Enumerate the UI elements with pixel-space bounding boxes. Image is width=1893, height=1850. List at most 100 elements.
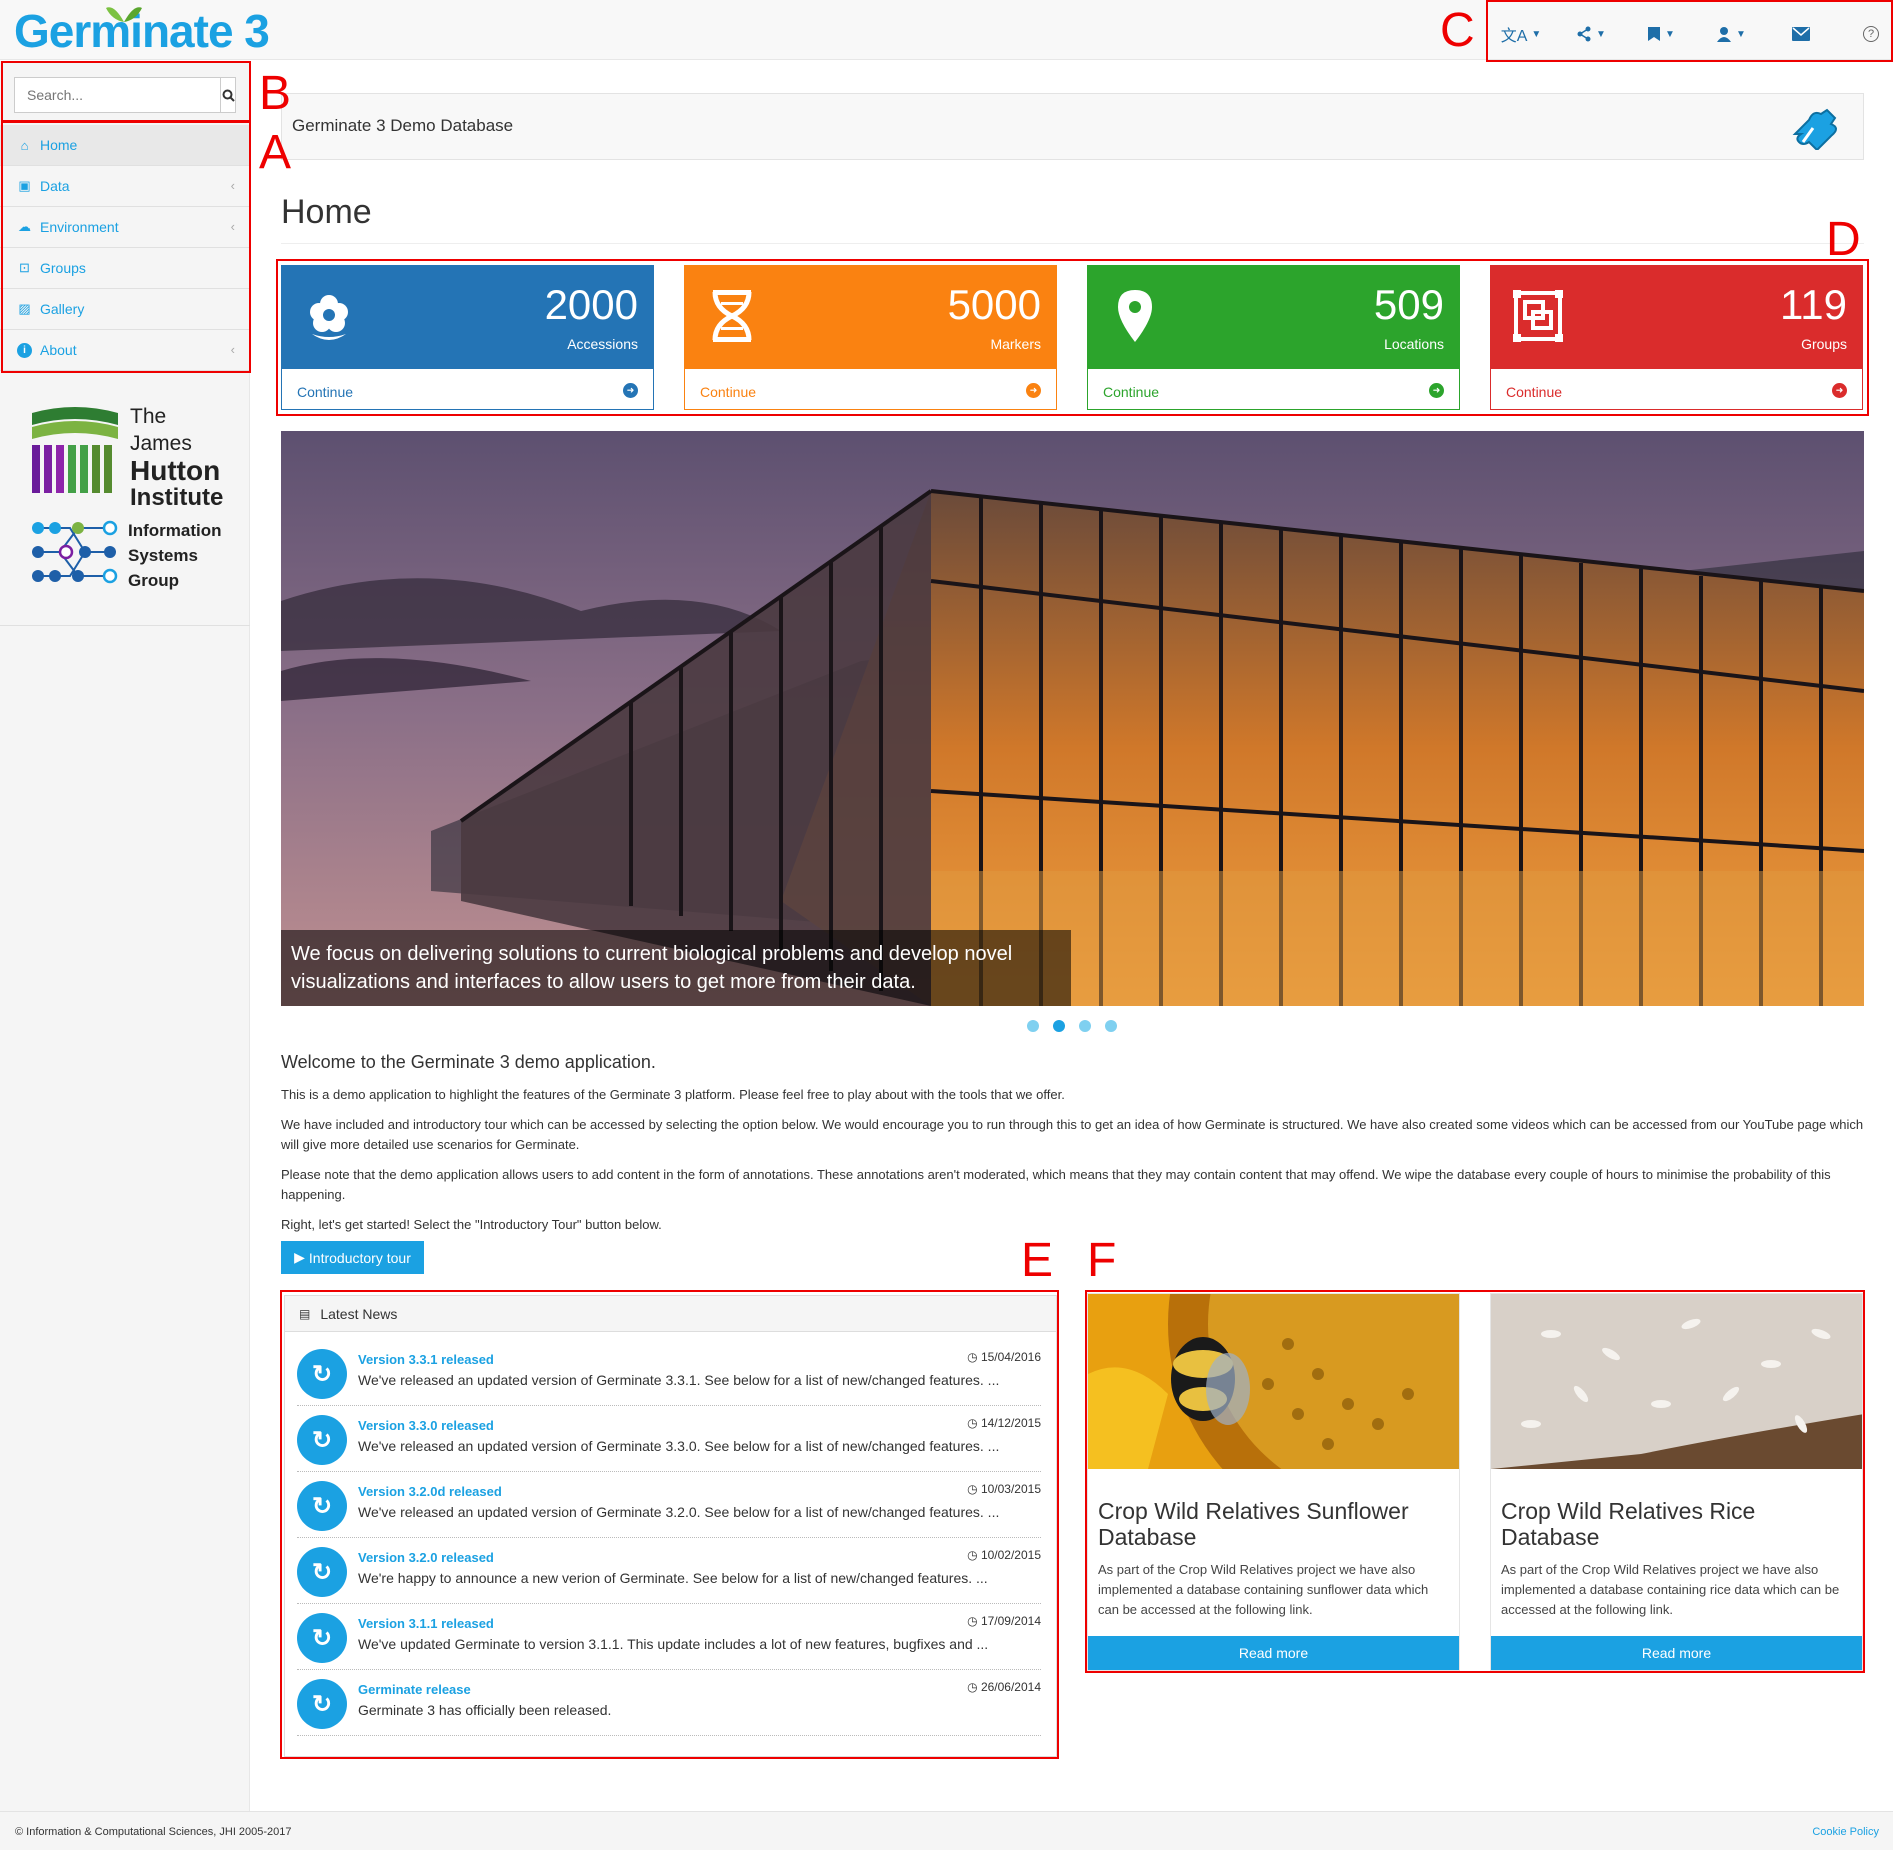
sidebar-item-label: Groups — [40, 260, 86, 276]
sidebar-item-data[interactable]: ▣ Data ‹ — [0, 166, 250, 207]
read-more-button[interactable]: Read more — [1491, 1636, 1862, 1670]
news-item-date: ◷ 15/04/2016 — [967, 1350, 1041, 1364]
news-item[interactable]: ↻ Version 3.2.0d released We've released… — [297, 1476, 1041, 1538]
refresh-icon: ↻ — [297, 1415, 347, 1465]
news-item[interactable]: ↻ Germinate release Germinate 3 has offi… — [297, 1674, 1041, 1736]
stat-label: Groups — [1801, 336, 1847, 352]
germinate-logo[interactable]: Germinate 3 — [14, 4, 270, 58]
cookie-policy-link[interactable]: Cookie Policy — [1812, 1826, 1879, 1838]
chevron-left-icon: ‹ — [230, 342, 235, 357]
refresh-icon: ↻ — [297, 1547, 347, 1597]
carousel-dot-4[interactable] — [1105, 1020, 1117, 1032]
caret-down-icon: ▼ — [1596, 28, 1606, 40]
chevron-left-icon: ‹ — [230, 178, 235, 193]
welcome-paragraph-2: We have included and introductory tour w… — [281, 1117, 1864, 1152]
clock-icon: ◷ — [967, 1614, 981, 1628]
news-item-title[interactable]: Version 3.3.0 released — [358, 1418, 494, 1433]
jhi-logo[interactable]: The James Hutton Institute — [30, 401, 230, 511]
stat-tile-groups[interactable]: 119 Groups Continue ➜ — [1490, 265, 1863, 410]
jhi-line-1: The James — [130, 405, 192, 455]
annotation-label-b: B — [259, 67, 292, 120]
stat-continue-link[interactable]: Continue ➜ — [685, 369, 1056, 409]
carousel-dot-2[interactable] — [1053, 1020, 1065, 1032]
clock-icon: ◷ — [967, 1416, 981, 1430]
news-item[interactable]: ↻ Version 3.1.1 released We've updated G… — [297, 1608, 1041, 1670]
introductory-tour-button[interactable]: ▶ Introductory tour — [281, 1241, 424, 1274]
news-item[interactable]: ↻ Version 3.3.0 released We've released … — [297, 1410, 1041, 1472]
search-button[interactable] — [220, 78, 235, 112]
news-item-title[interactable]: Version 3.2.0d released — [358, 1484, 502, 1499]
news-item-title[interactable]: Version 3.2.0 released — [358, 1550, 494, 1565]
refresh-icon: ↻ — [297, 1481, 347, 1531]
database-banner: Germinate 3 Demo Database — [281, 93, 1864, 160]
sidebar-item-environment[interactable]: ☁ Environment ‹ — [0, 207, 250, 248]
news-item-title[interactable]: Germinate release — [358, 1682, 471, 1697]
caret-down-icon: ▼ — [1736, 28, 1746, 40]
refresh-icon: ↻ — [297, 1349, 347, 1399]
plugin-icon — [1792, 108, 1837, 150]
stat-label: Locations — [1384, 336, 1444, 352]
news-item-title[interactable]: Version 3.3.1 released — [358, 1352, 494, 1367]
news-item-text: We've released an updated version of Ger… — [358, 1372, 1000, 1388]
clock-icon: ◷ — [967, 1482, 981, 1496]
carousel-dot-3[interactable] — [1079, 1020, 1091, 1032]
news-item[interactable]: ↻ Version 3.3.1 released We've released … — [297, 1344, 1041, 1406]
share-menu[interactable]: ▼ — [1556, 12, 1626, 56]
sidebar-item-label: Environment — [40, 219, 119, 235]
group-icon — [1513, 290, 1563, 342]
translate-icon: 文A — [1500, 28, 1528, 45]
annotation-label-a: A — [259, 126, 292, 179]
stat-continue-link[interactable]: Continue ➜ — [1491, 369, 1862, 409]
stat-tile-markers[interactable]: 5000 Markers Continue ➜ — [684, 265, 1057, 410]
news-header: ▤ Latest News — [285, 1296, 1056, 1332]
carousel-dot-1[interactable] — [1027, 1020, 1039, 1032]
contact-button[interactable] — [1766, 12, 1836, 56]
stat-tile-header: 509 Locations — [1088, 266, 1459, 369]
news-item-text: We're happy to announce a new verion of … — [358, 1570, 988, 1586]
isg-logo[interactable]: Information Systems Group — [30, 516, 240, 596]
language-menu[interactable]: 文A ▼ — [1486, 12, 1556, 56]
jhi-logo-mark — [32, 407, 118, 493]
help-button[interactable]: ? — [1836, 12, 1893, 56]
annotation-label-d: D — [1826, 213, 1861, 266]
arrow-right-icon: ➜ — [1026, 383, 1041, 398]
news-item[interactable]: ↻ Version 3.2.0 released We're happy to … — [297, 1542, 1041, 1604]
user-menu[interactable]: ▼ — [1696, 12, 1766, 56]
sidebar-item-about[interactable]: i About ‹ — [0, 330, 250, 371]
read-more-button[interactable]: Read more — [1088, 1636, 1459, 1670]
clock-icon: ◷ — [967, 1350, 981, 1364]
chevron-left-icon: ‹ — [230, 219, 235, 234]
clock-icon: ◷ — [967, 1548, 981, 1562]
sunflower-bee-photo — [1088, 1294, 1459, 1469]
sunflower-image — [1088, 1294, 1459, 1469]
search-input[interactable] — [15, 78, 220, 112]
sidebar-item-label: Data — [40, 178, 70, 194]
sidebar-item-groups[interactable]: ⊡ Groups — [0, 248, 250, 289]
bookmark-menu[interactable]: ▼ — [1626, 12, 1696, 56]
caption-line-1: We focus on delivering solutions to curr… — [291, 943, 1013, 965]
stat-tile-header: 2000 Accessions — [282, 266, 653, 369]
image-carousel[interactable]: We focus on delivering solutions to curr… — [281, 431, 1864, 1006]
stat-tile-locations[interactable]: 509 Locations Continue ➜ — [1087, 265, 1460, 410]
stat-continue-link[interactable]: Continue ➜ — [282, 369, 653, 409]
continue-label: Continue — [700, 384, 757, 400]
top-nav-actions: 文A ▼ ▼ ▼ ▼ ? — [1486, 7, 1893, 61]
stat-tile-accessions[interactable]: 2000 Accessions Continue ➜ — [281, 265, 654, 410]
news-item-text: We've released an updated version of Ger… — [358, 1438, 1000, 1454]
info-icon: i — [17, 342, 32, 358]
news-title: Latest News — [320, 1305, 398, 1322]
project-card-text: As part of the Crop Wild Relatives proje… — [1501, 1562, 1840, 1617]
project-card-title: Crop Wild Relatives Rice Database — [1501, 1498, 1756, 1550]
leaf-icon — [106, 7, 142, 22]
sidebar-item-home[interactable]: ⌂ Home — [0, 125, 250, 166]
news-item-date: ◷ 26/06/2014 — [967, 1680, 1041, 1694]
caret-down-icon: ▼ — [1531, 28, 1542, 40]
stat-label: Accessions — [567, 336, 638, 352]
isg-line-3: Group — [128, 571, 179, 590]
tour-button-label: Introductory tour — [308, 1249, 411, 1266]
page-footer: © Information & Computational Sciences, … — [0, 1811, 1893, 1850]
sidebar-item-gallery[interactable]: ▨ Gallery — [0, 289, 250, 330]
stat-continue-link[interactable]: Continue ➜ — [1088, 369, 1459, 409]
sidebar: ⌂ Home ▣ Data ‹ ☁ Environment ‹ ⊡ Groups ▨ Gall… — [0, 61, 250, 1811]
news-item-title[interactable]: Version 3.1.1 released — [358, 1616, 494, 1631]
